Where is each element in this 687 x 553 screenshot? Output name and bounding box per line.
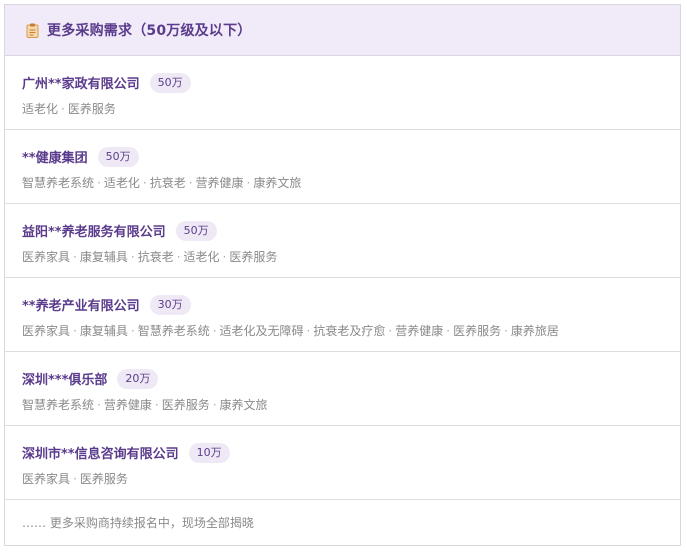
tag-separator: · (73, 250, 77, 264)
tag-separator: · (130, 250, 135, 264)
category-tag: 医养服务 (161, 398, 210, 412)
category-tag: 智慧养老系统 (137, 324, 210, 338)
company-name: 深圳市**信息咨询有限公司 (22, 447, 179, 462)
list-item: 深圳***俱乐部 20万 智慧养老系统 · 营养健康 · 医养服务 · 康养文旅 (5, 352, 680, 426)
company-name: 深圳***俱乐部 (22, 373, 108, 388)
item-heading: 广州**家政有限公司 50万 (22, 72, 191, 93)
tag-separator: · (222, 250, 227, 264)
tag-separator: · (212, 398, 217, 412)
budget-badge: 50万 (149, 72, 191, 93)
budget-badge: 10万 (188, 442, 230, 463)
category-tags: 医养家具 · 康复辅具 · 智慧养老系统 · 适老化及无障碍 · 抗衰老及疗愈 · 营养健康 · 医养服… (22, 322, 559, 339)
category-tag: 康养旅居 (510, 324, 559, 338)
category-tags: 医养家具 · 康复辅具 · 抗衰老 · 适老化 · 医养服务 (22, 248, 277, 265)
footer-note: …… 更多采购商持续报名中，现场全部揭晓 (22, 515, 254, 530)
company-name: **健康集团 (22, 151, 88, 166)
tag-separator: · (61, 102, 65, 116)
category-tag: 适老化 (103, 176, 140, 190)
tag-separator: · (176, 250, 181, 264)
tag-separator: · (154, 398, 159, 412)
tag-separator: · (246, 176, 251, 190)
tag-separator: · (306, 324, 311, 338)
list-item: 广州**家政有限公司 50万适老化 · 医养服务 (5, 56, 680, 130)
category-tag: 智慧养老系统 (22, 398, 95, 412)
category-tag: 医养家具 (22, 324, 71, 338)
list-item: **健康集团 50万 智慧养老系统 · 适老化 · 抗衰老 · 营养健康 · 康养文旅 (5, 130, 680, 204)
category-tags: 智慧养老系统 · 营养健康 · 医养服务 · 康养文旅 (22, 396, 268, 413)
item-heading: 益阳**养老服务有限公司 50万 (22, 220, 217, 241)
list-item: 深圳市**信息咨询有限公司 10万医养家具 · 医养服务 (5, 426, 680, 500)
category-tag: 医养家具 (22, 472, 71, 486)
category-tag: 医养服务 (453, 324, 502, 338)
tag-separator: · (130, 324, 135, 338)
procurement-list: 广州**家政有限公司 50万 适老化 · 医养服务 **健康集团 50万 智慧养老系统 · 适老化… (5, 56, 680, 500)
budget-badge: 30万 (149, 294, 191, 315)
tag-separator: · (388, 324, 393, 338)
panel-header: 更多采购需求（50万级及以下） (5, 5, 680, 56)
category-tag: 适老化及无障碍 (219, 324, 304, 338)
category-tag: 营养健康 (195, 176, 244, 190)
category-tag: 营养健康 (103, 398, 152, 412)
category-tag: 康复辅具 (79, 250, 128, 264)
category-tag: 营养健康 (395, 324, 444, 338)
procurement-panel: 更多采购需求（50万级及以下） 广州**家政有限公司 50万 适老化 · 医养服务 **健… (4, 4, 681, 546)
category-tag: 医养服务 (79, 472, 128, 486)
tag-separator: · (73, 472, 77, 486)
category-tags: 适老化 · 医养服务 (22, 100, 116, 117)
panel-title: 更多采购需求（50万级及以下） (47, 23, 252, 39)
category-tag: 抗衰老 (137, 250, 174, 264)
category-tag: 医养服务 (229, 250, 278, 264)
list-item: 益阳**养老服务有限公司 50万 医养家具 · 康复辅具 · 抗衰老 · 适老化 · 医养服务 (5, 204, 680, 278)
list-item: **养老产业有限公司 30万 医养家具 · 康复辅具 · 智慧养老系统 · 适老化及无障碍 · 抗衰… (5, 278, 680, 352)
item-heading: **养老产业有限公司 30万 (22, 294, 191, 315)
budget-badge: 20万 (117, 368, 159, 389)
item-heading: **健康集团 50万 (22, 146, 139, 167)
category-tag: 康复辅具 (79, 324, 128, 338)
clipboard-icon (26, 23, 39, 38)
category-tag: 适老化 (22, 102, 59, 116)
tag-separator: · (97, 176, 101, 190)
tag-separator: · (212, 324, 217, 338)
category-tag: 康养文旅 (253, 176, 302, 190)
item-heading: 深圳市**信息咨询有限公司 10万 (22, 442, 230, 463)
category-tag: 医养服务 (67, 102, 116, 116)
item-heading: 深圳***俱乐部 20万 (22, 368, 159, 389)
budget-badge: 50万 (175, 220, 217, 241)
category-tag: 智慧养老系统 (22, 176, 95, 190)
company-name: 益阳**养老服务有限公司 (22, 225, 166, 240)
company-name: 广州**家政有限公司 (22, 77, 140, 92)
tag-separator: · (142, 176, 147, 190)
tag-separator: · (504, 324, 508, 338)
category-tags: 医养家具 · 医养服务 (22, 470, 128, 487)
company-name: **养老产业有限公司 (22, 299, 140, 314)
category-tags: 智慧养老系统 · 适老化 · 抗衰老 · 营养健康 · 康养文旅 (22, 174, 301, 191)
category-tag: 适老化 (183, 250, 220, 264)
category-tag: 医养家具 (22, 250, 71, 264)
budget-badge: 50万 (97, 146, 139, 167)
category-tag: 康养文旅 (219, 398, 268, 412)
tag-separator: · (188, 176, 193, 190)
category-tag: 抗衰老 (149, 176, 186, 190)
category-tag: 抗衰老及疗愈 (313, 324, 386, 338)
tag-separator: · (97, 398, 101, 412)
tag-separator: · (73, 324, 77, 338)
tag-separator: · (446, 324, 451, 338)
